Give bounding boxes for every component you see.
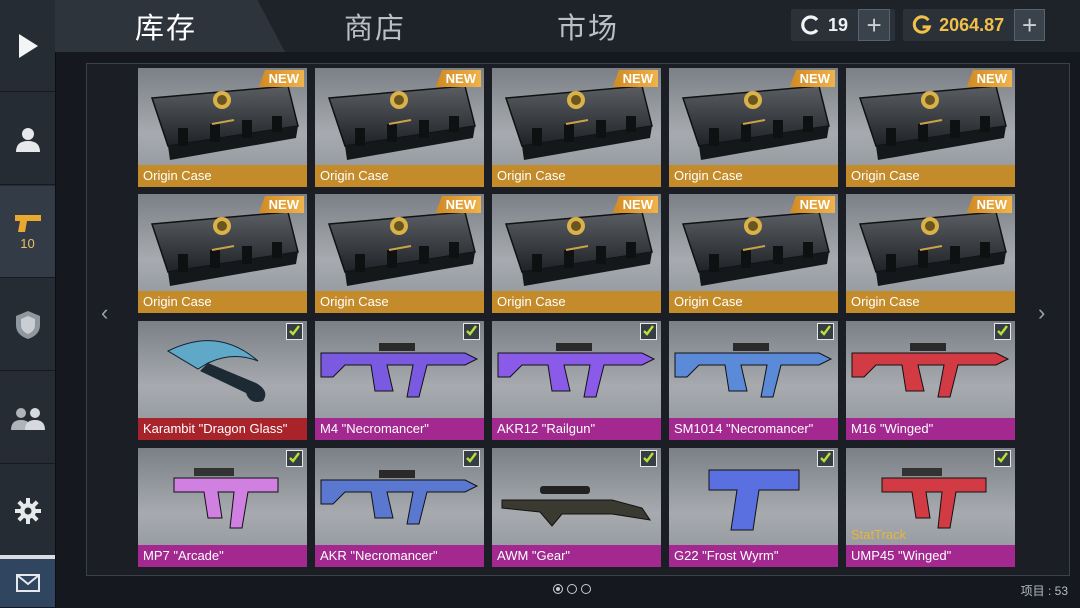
new-badge: NEW: [789, 196, 835, 213]
friends-icon: [10, 407, 45, 430]
top-bar: 库存 商店 市场 19 + 2064.87 +: [55, 0, 1080, 52]
equipped-check-icon: [463, 323, 480, 340]
akr12-rifle-card[interactable]: AKR12 "Railgun": [492, 321, 661, 440]
shield-badge-icon: [15, 310, 40, 339]
page-dot[interactable]: [567, 584, 577, 594]
equipped-check-icon: [994, 450, 1011, 467]
gear-icon: [14, 497, 41, 524]
gold-icon: [912, 15, 932, 34]
new-badge: NEW: [966, 196, 1012, 213]
page-indicator: [553, 584, 591, 594]
friends-button[interactable]: [0, 372, 55, 464]
item-label: Origin Case: [138, 165, 307, 187]
profile-button[interactable]: [0, 93, 55, 185]
prev-page-arrow[interactable]: ‹: [101, 300, 108, 326]
item-label: MP7 "Arcade": [138, 545, 307, 567]
karambit-knife-card[interactable]: Karambit "Dragon Glass": [138, 321, 307, 440]
awm-sniper-card[interactable]: AWM "Gear": [492, 448, 661, 567]
play-icon: [18, 33, 38, 58]
mail-icon: [15, 574, 40, 592]
m4-rifle-card[interactable]: M4 "Necromancer": [315, 321, 484, 440]
page-dot[interactable]: [553, 584, 563, 594]
origin-case-card[interactable]: NEW Origin Case: [846, 68, 1015, 187]
equipped-check-icon: [286, 450, 303, 467]
new-badge: NEW: [435, 70, 481, 87]
item-label: Origin Case: [315, 291, 484, 313]
item-label: Karambit "Dragon Glass": [138, 418, 307, 440]
tab-inventory[interactable]: 库存: [55, 0, 285, 52]
origin-case-card[interactable]: NEW Origin Case: [492, 68, 661, 187]
m16-rifle-card[interactable]: M16 "Winged": [846, 321, 1015, 440]
ump45-smg-card[interactable]: StatTrack UMP45 "Winged": [846, 448, 1015, 567]
equipped-check-icon: [994, 323, 1011, 340]
mail-button[interactable]: [0, 555, 55, 608]
new-badge: NEW: [612, 196, 658, 213]
mp7-smg-card[interactable]: MP7 "Arcade": [138, 448, 307, 567]
item-label: AWM "Gear": [492, 545, 661, 567]
pistol-icon: [14, 215, 41, 232]
sm1014-shotgun-card[interactable]: SM1014 "Necromancer": [669, 321, 838, 440]
equipped-check-icon: [640, 323, 657, 340]
tab-market[interactable]: 市场: [503, 0, 673, 52]
next-page-arrow[interactable]: ›: [1038, 300, 1045, 326]
item-label: Origin Case: [492, 291, 661, 313]
play-button[interactable]: [0, 0, 55, 92]
origin-case-card[interactable]: NEW Origin Case: [492, 194, 661, 313]
sidebar: 10: [0, 0, 56, 608]
origin-case-card[interactable]: NEW Origin Case: [315, 68, 484, 187]
profile-icon: [15, 127, 40, 152]
item-label: SM1014 "Necromancer": [669, 418, 838, 440]
new-badge: NEW: [612, 70, 658, 87]
gold-value: 2064.87: [939, 14, 1005, 35]
inventory-count: 10: [20, 236, 35, 251]
equipped-check-icon: [817, 323, 834, 340]
tab-shop[interactable]: 商店: [290, 0, 460, 52]
equipped-check-icon: [640, 450, 657, 467]
item-label: M16 "Winged": [846, 418, 1015, 440]
new-badge: NEW: [966, 70, 1012, 87]
rank-button[interactable]: [0, 279, 55, 371]
credits-value: 19: [828, 14, 849, 35]
equipped-check-icon: [286, 323, 303, 340]
settings-button[interactable]: [0, 465, 55, 557]
credits-icon: [801, 15, 819, 35]
item-label: Origin Case: [315, 165, 484, 187]
item-label: Origin Case: [669, 165, 838, 187]
item-label: G22 "Frost Wyrm": [669, 545, 838, 567]
origin-case-card[interactable]: NEW Origin Case: [138, 194, 307, 313]
inventory-button[interactable]: 10: [0, 186, 55, 278]
credits-display: 19 +: [791, 9, 895, 41]
origin-case-card[interactable]: NEW Origin Case: [315, 194, 484, 313]
add-credits-button[interactable]: +: [858, 9, 891, 41]
item-label: Origin Case: [846, 165, 1015, 187]
origin-case-card[interactable]: NEW Origin Case: [846, 194, 1015, 313]
item-label: Origin Case: [669, 291, 838, 313]
item-label: AKR12 "Railgun": [492, 418, 661, 440]
g22-pistol-card[interactable]: G22 "Frost Wyrm": [669, 448, 838, 567]
new-badge: NEW: [435, 196, 481, 213]
akr-rifle-card[interactable]: AKR "Necromancer": [315, 448, 484, 567]
items-count: 项目 : 53: [1020, 584, 1068, 598]
origin-case-card[interactable]: NEW Origin Case: [669, 194, 838, 313]
new-badge: NEW: [789, 70, 835, 87]
add-gold-button[interactable]: +: [1014, 9, 1045, 41]
item-label: Origin Case: [492, 165, 661, 187]
origin-case-card[interactable]: NEW Origin Case: [669, 68, 838, 187]
new-badge: NEW: [258, 196, 304, 213]
gold-display: 2064.87 +: [903, 9, 1045, 41]
stattrack-tag: StatTrack: [851, 527, 907, 542]
item-label: Origin Case: [846, 291, 1015, 313]
new-badge: NEW: [258, 70, 304, 87]
page-dot[interactable]: [581, 584, 591, 594]
origin-case-card[interactable]: NEW Origin Case: [138, 68, 307, 187]
item-label: AKR "Necromancer": [315, 545, 484, 567]
item-label: M4 "Necromancer": [315, 418, 484, 440]
equipped-check-icon: [817, 450, 834, 467]
equipped-check-icon: [463, 450, 480, 467]
item-label: UMP45 "Winged": [846, 545, 1015, 567]
item-label: Origin Case: [138, 291, 307, 313]
